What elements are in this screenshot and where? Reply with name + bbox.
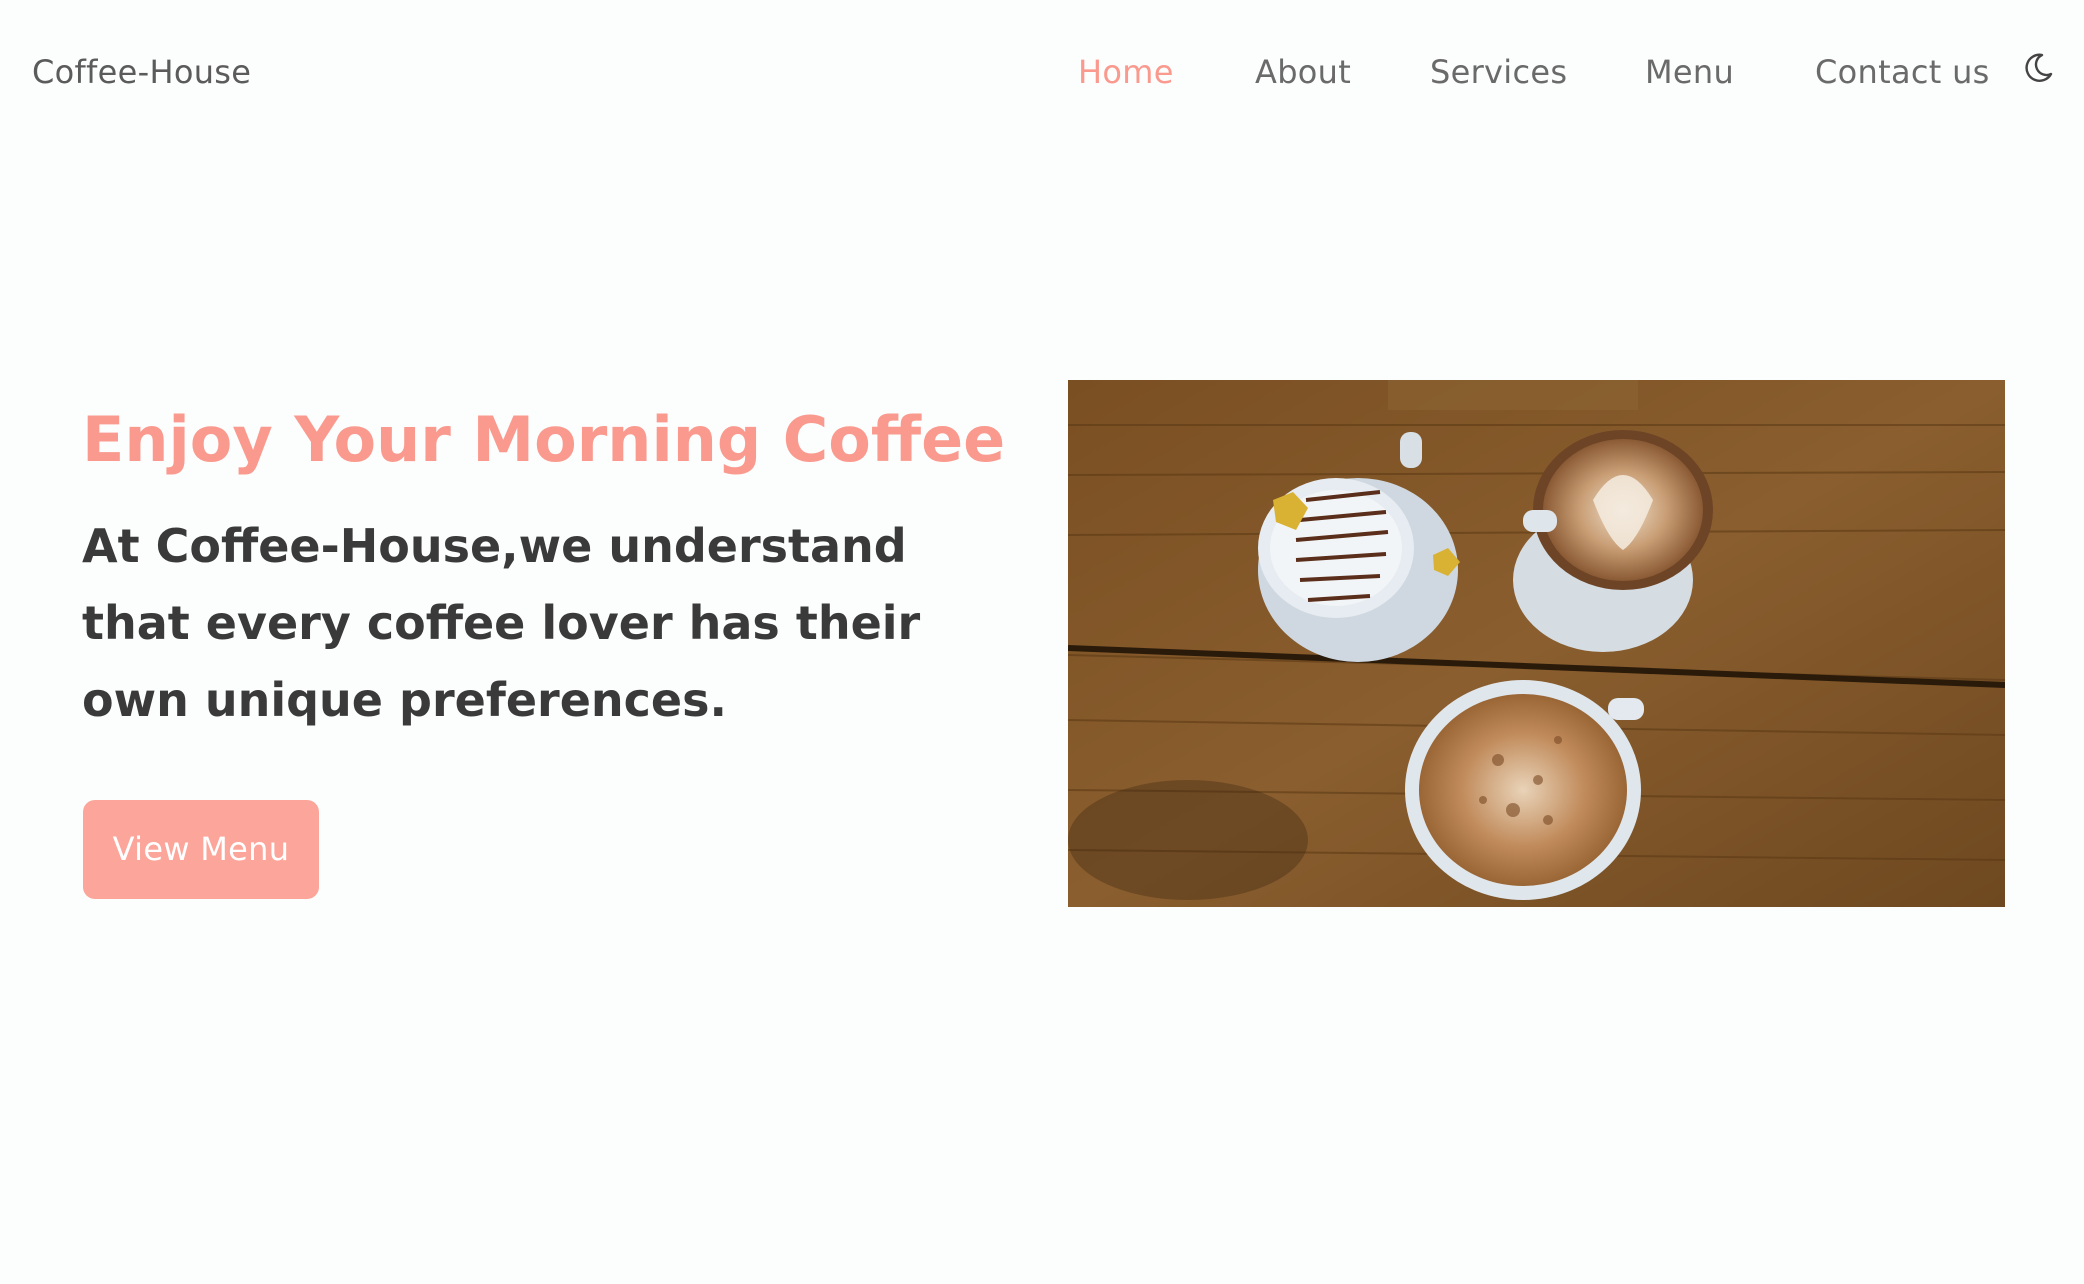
nav-services[interactable]: Services bbox=[1430, 52, 1567, 92]
view-menu-button[interactable]: View Menu bbox=[83, 800, 319, 899]
hero-title: Enjoy Your Morning Coffee bbox=[82, 403, 1006, 476]
navbar: Coffee-House Home About Services Menu Co… bbox=[0, 0, 2084, 144]
nav-about[interactable]: About bbox=[1255, 52, 1351, 92]
moon-icon[interactable] bbox=[2022, 52, 2054, 84]
nav-contact[interactable]: Contact us bbox=[1815, 52, 1990, 92]
hero-image bbox=[1068, 380, 2005, 907]
brand-logo[interactable]: Coffee-House bbox=[32, 52, 251, 92]
nav-home[interactable]: Home bbox=[1078, 52, 1174, 92]
nav-menu[interactable]: Menu bbox=[1645, 52, 1734, 92]
hero-text: At Coffee-House,we understand that every… bbox=[82, 519, 921, 727]
page: Coffee-House Home About Services Menu Co… bbox=[0, 0, 2084, 1284]
